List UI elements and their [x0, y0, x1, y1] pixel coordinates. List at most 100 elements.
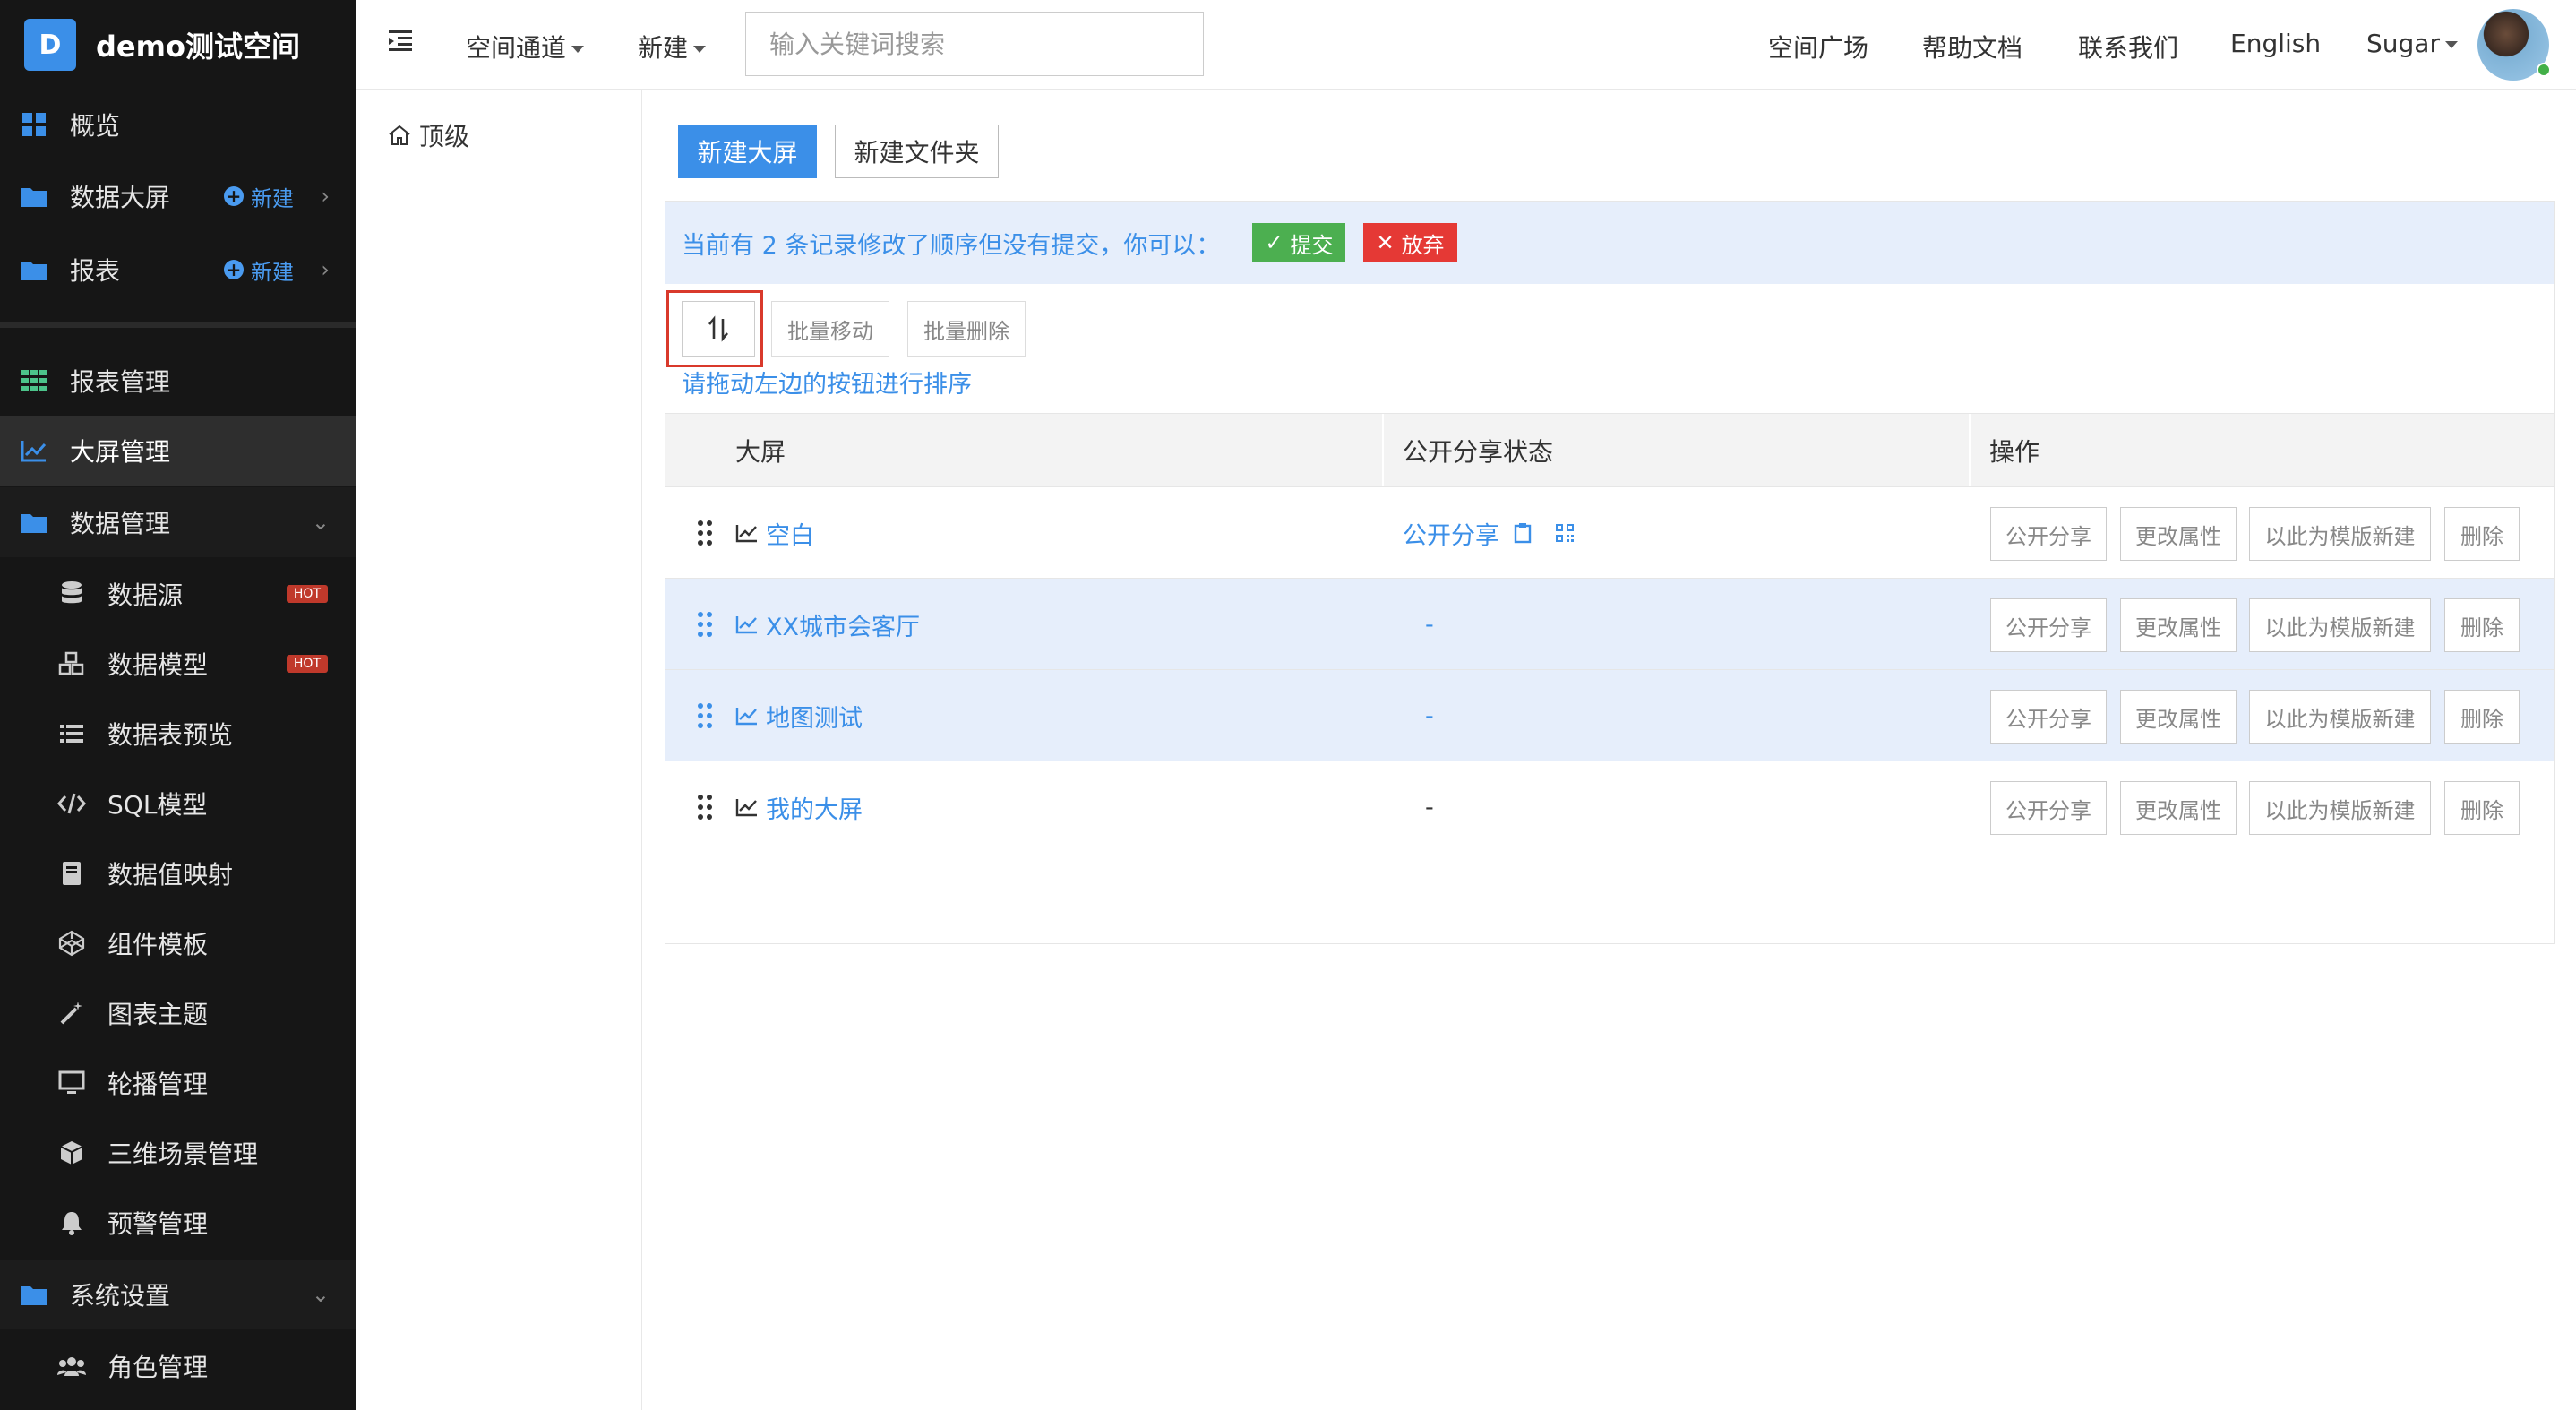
sidebar-item-label: 三维场景管理: [107, 1139, 259, 1169]
edit-properties-button[interactable]: 更改属性: [2120, 781, 2237, 835]
new-from-template-button[interactable]: 以此为模版新建: [2249, 507, 2431, 561]
public-share-button[interactable]: 公开分享: [1990, 598, 2107, 652]
sidebar-item-screen-management[interactable]: 大屏管理: [0, 416, 356, 486]
screen-name: 地图测试: [766, 704, 863, 733]
sidebar-item-role-management[interactable]: 角色管理: [0, 1331, 356, 1401]
sidebar-item-label: 角色管理: [107, 1353, 209, 1382]
sidebar-item-chart-theme[interactable]: 图表主题: [0, 978, 356, 1048]
line-chart-icon: [735, 708, 757, 726]
sidebar-item-label: 数据值映射: [107, 860, 234, 890]
share-link[interactable]: 公开分享: [1403, 516, 1499, 551]
sidebar-item-system-settings[interactable]: 系统设置 ⌄: [0, 1260, 356, 1329]
grid-icon: [18, 108, 50, 141]
sidebar-item-label: SQL模型: [107, 790, 208, 820]
caret-down-icon: [2444, 41, 2458, 48]
share-status: -: [1425, 793, 1434, 821]
folder-tree: 顶级: [356, 90, 642, 1410]
new-menu[interactable]: 新建: [638, 29, 707, 64]
qrcode-icon[interactable]: [1555, 523, 1575, 543]
hot-badge: HOT: [286, 585, 328, 603]
sidebar-item-component-template[interactable]: 组件模板: [0, 908, 356, 978]
help-docs-link[interactable]: 帮助文档: [1922, 29, 2022, 64]
sidebar-item-overview[interactable]: 概览: [0, 90, 356, 159]
line-chart-icon: [735, 799, 757, 817]
drag-handle-icon[interactable]: [698, 520, 712, 546]
sidebar-item-label: 组件模板: [107, 930, 209, 959]
user-menu[interactable]: Sugar: [2366, 29, 2458, 58]
sidebar-item-table-preview[interactable]: 数据表预览: [0, 699, 356, 769]
brand[interactable]: D demo测试空间: [0, 0, 356, 90]
edit-properties-button[interactable]: 更改属性: [2120, 598, 2237, 652]
public-share-button[interactable]: 公开分享: [1990, 690, 2107, 744]
new-label: 新建: [251, 259, 294, 285]
drag-handle-icon[interactable]: [698, 795, 712, 820]
sidebar-item-report[interactable]: 报表 + 新建 ›: [0, 235, 356, 305]
sidebar-item-label: 轮播管理: [107, 1070, 209, 1099]
sort-icon: [708, 315, 728, 342]
sort-toggle-button[interactable]: [682, 301, 755, 357]
tree-root-top-level[interactable]: 顶级: [387, 117, 469, 153]
chevron-down-icon: ⌄: [311, 510, 330, 535]
public-share-button[interactable]: 公开分享: [1990, 507, 2107, 561]
new-folder-button[interactable]: 新建文件夹: [835, 125, 999, 178]
screen-name: 空白: [766, 521, 814, 550]
delete-button[interactable]: 删除: [2444, 781, 2520, 835]
sidebar-item-data-model[interactable]: 数据模型 HOT: [0, 629, 356, 699]
new-screen-button[interactable]: 新建大屏: [678, 125, 817, 178]
list-icon: [56, 718, 88, 750]
delete-button[interactable]: 删除: [2444, 598, 2520, 652]
caret-down-icon: [693, 46, 707, 53]
delete-button[interactable]: 删除: [2444, 507, 2520, 561]
table-header: 大屏 公开分享状态 操作: [665, 413, 2554, 487]
batch-move-button[interactable]: 批量移动: [771, 301, 889, 357]
column-header-actions: 操作: [1989, 437, 2040, 467]
screen-name-link[interactable]: 空白: [735, 487, 814, 579]
batch-delete-button[interactable]: 批量删除: [907, 301, 1026, 357]
new-from-template-button[interactable]: 以此为模版新建: [2249, 690, 2431, 744]
home-icon: [389, 125, 410, 145]
contact-us-link[interactable]: 联系我们: [2078, 29, 2178, 64]
clipboard-icon[interactable]: [1514, 522, 1532, 544]
column-header-screen: 大屏: [735, 437, 786, 467]
chevron-right-icon: ›: [321, 257, 330, 282]
public-share-button[interactable]: 公开分享: [1990, 781, 2107, 835]
sidebar-item-value-mapping[interactable]: 数据值映射: [0, 838, 356, 908]
new-label: 新建: [251, 185, 294, 211]
users-icon: [56, 1350, 88, 1382]
screen-name-link[interactable]: 地图测试: [735, 670, 863, 761]
sidebar-item-data-screen[interactable]: 数据大屏 + 新建 ›: [0, 161, 356, 231]
database-icon: [56, 578, 88, 610]
screen-name-link[interactable]: 我的大屏: [735, 761, 863, 853]
language-switch[interactable]: English: [2230, 29, 2321, 58]
search-input[interactable]: [745, 12, 1204, 76]
table-row: XX城市会客厅 - 公开分享 更改属性 以此为模版新建 删除: [665, 578, 2554, 669]
menu-toggle-icon[interactable]: [387, 29, 419, 61]
edit-properties-button[interactable]: 更改属性: [2120, 507, 2237, 561]
new-from-template-button[interactable]: 以此为模版新建: [2249, 781, 2431, 835]
screen-name-link[interactable]: XX城市会客厅: [735, 579, 920, 670]
submit-order-button[interactable]: ✓ 提交: [1252, 223, 1346, 262]
drag-handle-icon[interactable]: [698, 703, 712, 728]
drag-hint-text: 请拖动左边的按钮进行排序: [682, 371, 972, 399]
delete-button[interactable]: 删除: [2444, 690, 2520, 744]
sidebar-item-label: 报表: [70, 256, 121, 286]
top-bar: 空间通道 新建 空间广场 帮助文档 联系我们 English Sugar: [356, 0, 2576, 90]
sidebar-item-report-management[interactable]: 报表管理: [0, 346, 356, 416]
sidebar-item-carousel[interactable]: 轮播管理: [0, 1048, 356, 1118]
new-data-screen-button[interactable]: + 新建: [224, 181, 294, 212]
sidebar-item-alert[interactable]: 预警管理: [0, 1188, 356, 1258]
sidebar-item-data-management[interactable]: 数据管理 ⌄: [0, 487, 356, 557]
code-icon: [56, 787, 88, 820]
sidebar-item-3d-scene[interactable]: 三维场景管理: [0, 1118, 356, 1188]
edit-properties-button[interactable]: 更改属性: [2120, 690, 2237, 744]
sidebar-item-sql-model[interactable]: SQL模型: [0, 769, 356, 838]
drag-handle-icon[interactable]: [698, 612, 712, 637]
discard-order-button[interactable]: ✕ 放弃: [1363, 223, 1457, 262]
new-from-template-button[interactable]: 以此为模版新建: [2249, 598, 2431, 652]
sidebar-item-data-source[interactable]: 数据源 HOT: [0, 559, 356, 629]
new-report-button[interactable]: + 新建: [224, 254, 294, 286]
space-square-link[interactable]: 空间广场: [1768, 29, 1868, 64]
space-channel-menu[interactable]: 空间通道: [466, 29, 585, 64]
chevron-down-icon: ⌄: [311, 1282, 330, 1307]
share-status: -: [1425, 701, 1434, 730]
